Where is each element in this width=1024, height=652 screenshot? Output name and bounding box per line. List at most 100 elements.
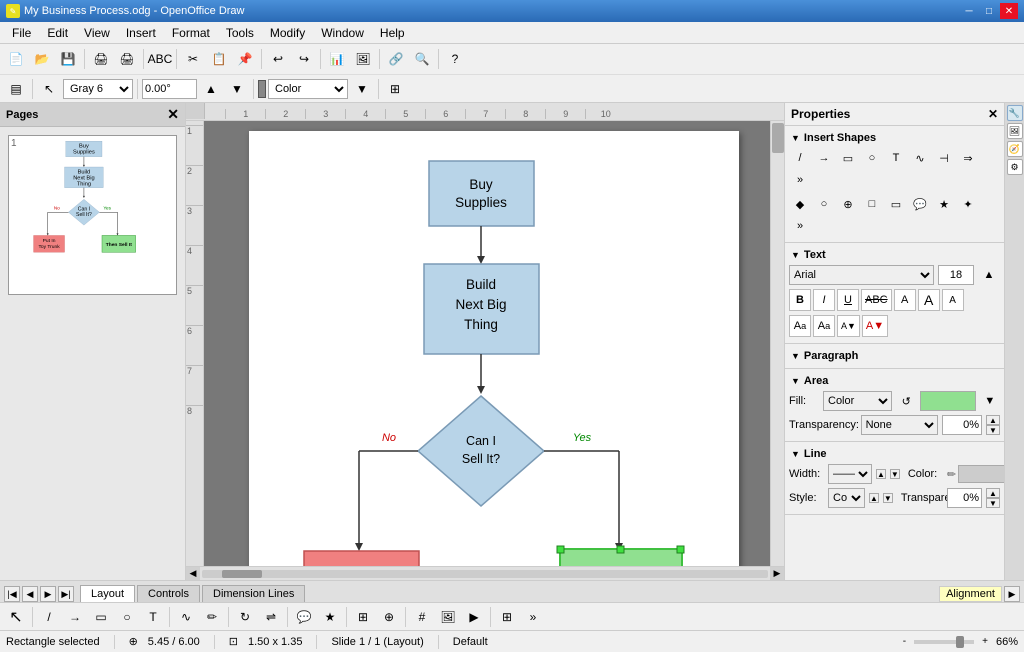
snap-grid-tool[interactable]: # bbox=[410, 606, 434, 628]
scroll-tabs-right[interactable]: ▶ bbox=[1004, 586, 1020, 602]
fill-color-swatch[interactable] bbox=[920, 391, 975, 411]
menu-file[interactable]: File bbox=[4, 24, 39, 42]
text-header[interactable]: Text bbox=[785, 247, 1004, 263]
freehand-tool[interactable]: ✏ bbox=[200, 606, 224, 628]
new-button[interactable]: 📄 bbox=[4, 48, 28, 70]
drawing-canvas[interactable]: Buy Supplies Build Next Big Thing bbox=[204, 121, 784, 566]
rect-draw-tool[interactable]: ▭ bbox=[89, 606, 113, 628]
area-header[interactable]: Area bbox=[785, 373, 1004, 389]
callout-tool[interactable]: ○ bbox=[813, 194, 835, 214]
sidebar-gallery-icon[interactable]: 🖼 bbox=[1007, 123, 1023, 139]
line-transp-down[interactable]: ▼ bbox=[986, 498, 1000, 508]
fill-color-dropdown[interactable]: ▼ bbox=[980, 391, 1000, 411]
circle-tool[interactable]: ○ bbox=[861, 148, 883, 168]
smaller-button[interactable]: A bbox=[942, 289, 964, 311]
color-dropdown[interactable]: Gray 6 bbox=[63, 79, 133, 99]
hyperlink-button[interactable]: 🔗 bbox=[384, 48, 408, 70]
open-button[interactable]: 📂 bbox=[30, 48, 54, 70]
tab-layout[interactable]: Layout bbox=[80, 585, 135, 602]
color-mode-dropdown[interactable]: Color bbox=[268, 79, 348, 99]
connector-tool[interactable]: ⊣ bbox=[933, 148, 955, 168]
rotation-down[interactable]: ▼ bbox=[225, 78, 249, 100]
diamond-tool[interactable]: ◆ bbox=[789, 194, 811, 214]
rotate-tool[interactable]: ↻ bbox=[233, 606, 257, 628]
font-color-button[interactable]: A▼ bbox=[862, 315, 888, 337]
spell-button[interactable]: ABC bbox=[148, 48, 172, 70]
curve-draw-tool[interactable]: ∿ bbox=[174, 606, 198, 628]
arrow-btn[interactable]: ↖ bbox=[37, 78, 61, 100]
callout-draw-tool[interactable]: 💬 bbox=[292, 606, 316, 628]
rotation-up[interactable]: ▲ bbox=[199, 78, 223, 100]
line-transp-up[interactable]: ▲ bbox=[986, 488, 1000, 498]
movie-tool[interactable]: ▶ bbox=[462, 606, 486, 628]
select-tool[interactable]: ↖ bbox=[4, 606, 28, 628]
sidebar-nav-icon[interactable]: 🧭 bbox=[1007, 141, 1023, 157]
tab-controls[interactable]: Controls bbox=[137, 585, 200, 602]
h-scrollbar[interactable] bbox=[202, 570, 768, 578]
ellipse-draw-tool[interactable]: ○ bbox=[115, 606, 139, 628]
fill-type-select[interactable]: Color bbox=[823, 391, 892, 411]
more-draw-tool[interactable]: » bbox=[521, 606, 545, 628]
menu-edit[interactable]: Edit bbox=[39, 24, 76, 42]
sidebar-style-icon[interactable]: ⚙ bbox=[1007, 159, 1023, 175]
bold-button[interactable]: B bbox=[789, 289, 811, 311]
find-button[interactable]: 🔍 bbox=[410, 48, 434, 70]
arrow-tool[interactable]: → bbox=[813, 148, 835, 168]
menu-tools[interactable]: Tools bbox=[218, 24, 262, 42]
transparency-select[interactable]: None bbox=[861, 415, 938, 435]
scroll-left-button[interactable]: ◀ bbox=[186, 567, 200, 581]
next-page-button[interactable]: ▶ bbox=[40, 586, 56, 602]
line-tool[interactable]: / bbox=[789, 148, 811, 168]
line-width-down[interactable]: ▼ bbox=[890, 469, 900, 479]
speech-tool[interactable]: 💬 bbox=[909, 194, 931, 214]
zoom-slider[interactable] bbox=[914, 640, 974, 644]
cut-button[interactable]: ✂ bbox=[181, 48, 205, 70]
menu-format[interactable]: Format bbox=[164, 24, 218, 42]
text-tool[interactable]: T bbox=[885, 148, 907, 168]
curve-tool[interactable]: ∿ bbox=[909, 148, 931, 168]
line-width-up[interactable]: ▲ bbox=[876, 469, 886, 479]
pdf-button[interactable]: 🖨 bbox=[89, 48, 113, 70]
extra-btn[interactable]: ⊞ bbox=[383, 78, 407, 100]
paragraph-header[interactable]: Paragraph bbox=[785, 348, 1004, 364]
3d-tool[interactable]: ⊞ bbox=[351, 606, 375, 628]
font-size-up[interactable]: ▲ bbox=[978, 265, 1000, 285]
star-tool[interactable]: ★ bbox=[933, 194, 955, 214]
transparency-value[interactable] bbox=[942, 415, 982, 435]
glue-tool[interactable]: ⊕ bbox=[377, 606, 401, 628]
paste-button[interactable]: 📌 bbox=[233, 48, 257, 70]
help-button[interactable]: ? bbox=[443, 48, 467, 70]
line-transp-value[interactable] bbox=[947, 488, 982, 508]
line-style-up[interactable]: ▲ bbox=[869, 493, 879, 503]
close-button[interactable]: ✕ bbox=[1000, 3, 1018, 19]
link-tool[interactable]: ⊕ bbox=[837, 194, 859, 214]
line-width-select[interactable]: —— bbox=[828, 464, 872, 484]
image-tool[interactable]: 🖼 bbox=[436, 606, 460, 628]
v-scrollbar[interactable] bbox=[770, 121, 784, 566]
shadow-text-button[interactable]: A bbox=[894, 289, 916, 311]
italic-button[interactable]: I bbox=[813, 289, 835, 311]
menu-window[interactable]: Window bbox=[313, 24, 372, 42]
underline-button[interactable]: U bbox=[837, 289, 859, 311]
more-tool[interactable]: » bbox=[789, 170, 811, 190]
first-page-button[interactable]: |◀ bbox=[4, 586, 20, 602]
font-size-input[interactable] bbox=[938, 265, 974, 285]
star-draw-tool[interactable]: ★ bbox=[318, 606, 342, 628]
zoom-out-button[interactable]: - bbox=[903, 636, 906, 647]
print-button[interactable]: 🖨 bbox=[115, 48, 139, 70]
scroll-right-button[interactable]: ▶ bbox=[770, 567, 784, 581]
pages-close-button[interactable]: ✕ bbox=[167, 106, 179, 123]
prev-page-button[interactable]: ◀ bbox=[22, 586, 38, 602]
sub-button[interactable]: Aa bbox=[813, 315, 835, 337]
menu-view[interactable]: View bbox=[76, 24, 118, 42]
redo-button[interactable]: ↪ bbox=[292, 48, 316, 70]
minimize-button[interactable]: ─ bbox=[960, 3, 978, 19]
menu-modify[interactable]: Modify bbox=[262, 24, 313, 42]
save-button[interactable]: 💾 bbox=[56, 48, 80, 70]
sidebar-properties-icon[interactable]: 🔧 bbox=[1007, 105, 1023, 121]
text-draw-tool[interactable]: T bbox=[141, 606, 165, 628]
flow2-tool[interactable]: ▭ bbox=[885, 194, 907, 214]
line-color-swatch[interactable] bbox=[958, 465, 1004, 483]
rect-tool[interactable]: ▭ bbox=[837, 148, 859, 168]
line-header[interactable]: Line bbox=[785, 446, 1004, 462]
